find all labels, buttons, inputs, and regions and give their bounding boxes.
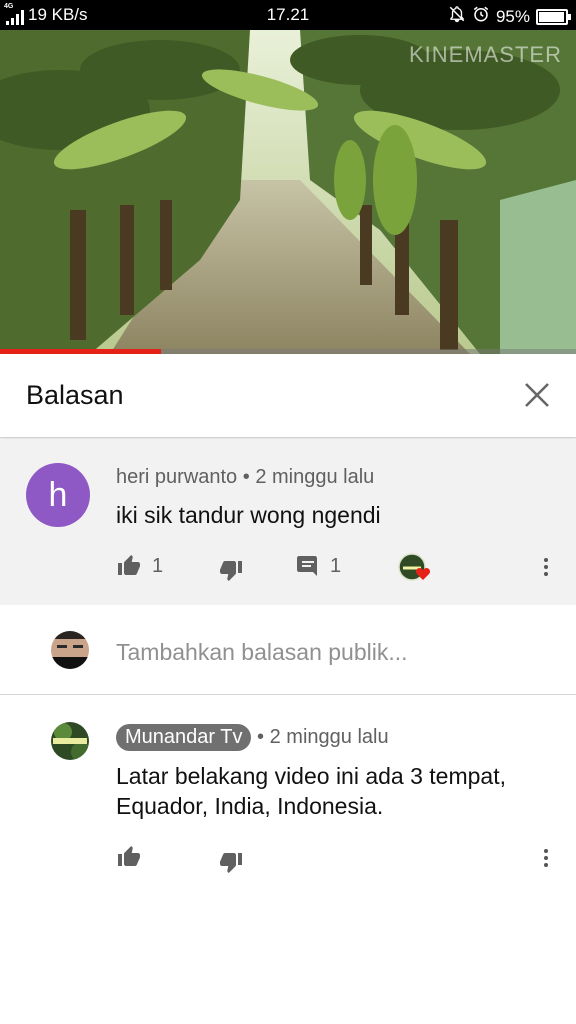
comment-author[interactable]: heri purwanto: [116, 466, 237, 488]
creator-heart-badge: [398, 553, 432, 583]
more-options-icon[interactable]: [540, 847, 552, 873]
like-count: 1: [152, 554, 164, 577]
avatar-letter: h: [48, 475, 68, 514]
mute-notification-icon: [448, 5, 466, 28]
battery-icon: [536, 8, 571, 25]
dislike-button[interactable]: [218, 850, 244, 874]
thumbs-down-icon: [218, 850, 244, 874]
panel-title: Balasan: [26, 380, 124, 410]
user-avatar: [51, 631, 89, 669]
like-button[interactable]: [116, 845, 142, 869]
reply-meta: Munandar Tv • 2 minggu lalu: [116, 724, 389, 751]
battery-percent: 95%: [495, 6, 530, 26]
comment-icon: [296, 554, 320, 578]
comment-time: 2 minggu lalu: [255, 466, 375, 488]
reply-author-chip[interactable]: Munandar Tv: [116, 724, 252, 751]
thumbs-up-icon: [116, 554, 142, 578]
heart-icon: [398, 553, 432, 583]
alarm-icon: [472, 5, 490, 28]
parent-comment: h heri purwanto • 2 minggu lalu iki sik …: [0, 439, 576, 605]
status-bar: 4G 19 KB/s 17.21 95%: [0, 0, 576, 30]
like-button[interactable]: 1: [116, 554, 163, 578]
video-player[interactable]: KINEMASTER: [0, 30, 576, 354]
battery-level: [539, 11, 564, 22]
watermark: KINEMASTER: [408, 42, 562, 67]
comment-meta: heri purwanto • 2 minggu lalu: [116, 466, 374, 489]
meta-separator: •: [242, 466, 250, 488]
channel-avatar[interactable]: [51, 722, 89, 760]
reply-input[interactable]: [116, 639, 556, 666]
reply-button[interactable]: 1: [296, 554, 341, 578]
video-frame: [0, 30, 576, 354]
thumbs-down-icon: [218, 558, 244, 582]
reply-time: 2 minggu lalu: [269, 726, 389, 748]
avatar[interactable]: h: [26, 463, 90, 527]
meta-separator: •: [257, 726, 265, 748]
more-options-icon[interactable]: [540, 556, 552, 582]
reply-text-line-2: Equador, India, Indonesia.: [116, 793, 384, 819]
comment-text: iki sik tandur wong ngendi: [116, 502, 381, 528]
dislike-button[interactable]: [218, 558, 244, 582]
reply-count: 1: [330, 554, 342, 577]
close-icon[interactable]: [522, 380, 552, 410]
reply-text-line-1: Latar belakang video ini ada 3 tempat,: [116, 763, 506, 789]
reply-composer: [0, 605, 576, 695]
replies-header: Balasan: [0, 354, 576, 438]
thumbs-up-icon: [116, 845, 142, 869]
